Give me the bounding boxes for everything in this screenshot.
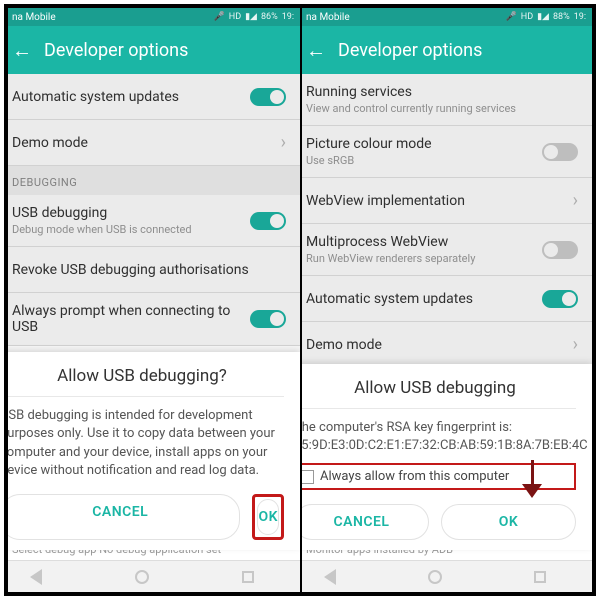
nav-back-icon[interactable] [30, 569, 42, 585]
always-allow-checkbox[interactable] [300, 470, 314, 484]
usb-debug-dialog: Allow USB debugging? USB debugging is in… [8, 352, 300, 550]
section-debugging: DEBUGGING [8, 166, 300, 195]
settings-list: Running services View and control curren… [300, 74, 592, 368]
back-icon[interactable] [12, 41, 30, 59]
hd-icon: HD [229, 12, 241, 22]
nav-recent-icon[interactable] [242, 571, 254, 583]
page-title: Developer options [44, 40, 188, 61]
row-auto-updates[interactable]: Automatic system updates [8, 74, 300, 120]
row-picture-colour[interactable]: Picture colour mode Use sRGB [300, 126, 592, 178]
voice-icon: 🎤 [214, 12, 225, 22]
nav-back-icon[interactable] [324, 569, 336, 585]
row-running-services[interactable]: Running services View and control curren… [300, 74, 592, 126]
status-bar: na Mobile 🎤 HD ▮◢ 88% 19: [300, 8, 592, 26]
carrier-label: na Mobile [306, 12, 350, 23]
dialog-body: The computer's RSA key fingerprint is: 8… [300, 419, 576, 455]
signal-icon: ▮◢ [245, 12, 257, 22]
app-header: Developer options [8, 26, 300, 74]
status-bar: na Mobile 🎤 HD ▮◢ 86% 19: [8, 8, 300, 26]
back-icon[interactable] [306, 41, 324, 59]
toggle-auto-updates[interactable] [250, 88, 286, 106]
hd-icon: HD [521, 12, 533, 22]
nav-home-icon[interactable] [428, 570, 442, 584]
row-auto-updates[interactable]: Automatic system updates [300, 276, 592, 322]
right-screenshot: na Mobile 🎤 HD ▮◢ 88% 19: Developer opti… [300, 8, 592, 592]
nav-bar [300, 560, 592, 592]
row-multiprocess-webview[interactable]: Multiprocess WebView Run WebView rendere… [300, 224, 592, 276]
nav-recent-icon[interactable] [534, 571, 546, 583]
dialog-title: Allow USB debugging [300, 378, 576, 408]
row-always-prompt[interactable]: Always prompt when connecting to USB [8, 293, 300, 346]
always-allow-label: Always allow from this computer [320, 469, 509, 484]
rsa-dialog: Allow USB debugging The computer's RSA k… [300, 364, 592, 550]
ok-button[interactable]: OK [257, 499, 279, 535]
toggle-auto-updates[interactable] [542, 290, 578, 308]
toggle-picture-colour[interactable] [542, 143, 578, 161]
chevron-right-icon: › [573, 334, 578, 355]
toggle-multiprocess[interactable] [542, 241, 578, 259]
ok-button[interactable]: OK [441, 504, 576, 540]
nav-home-icon[interactable] [135, 570, 149, 584]
toggle-usb-debugging[interactable] [250, 212, 286, 230]
cancel-button[interactable]: CANCEL [8, 494, 240, 540]
row-revoke-auth[interactable]: Revoke USB debugging authorisations [8, 247, 300, 293]
carrier-label: na Mobile [12, 12, 56, 23]
clock-label: 19: [574, 12, 586, 22]
settings-list: Automatic system updates Demo mode › DEB… [8, 74, 300, 346]
nav-bar [8, 560, 300, 592]
clock-label: 19: [282, 12, 294, 22]
battery-label: 86% [261, 12, 278, 22]
row-webview[interactable]: WebView implementation › [300, 178, 592, 224]
dialog-body: USB debugging is intended for developmen… [8, 407, 284, 480]
row-demo-mode[interactable]: Demo mode › [8, 120, 300, 166]
annotation-arrow-icon [522, 460, 542, 500]
battery-label: 88% [553, 12, 570, 22]
voice-icon: 🎤 [506, 12, 517, 22]
chevron-right-icon: › [281, 132, 286, 153]
cancel-button[interactable]: CANCEL [300, 504, 429, 540]
app-header: Developer options [300, 26, 592, 74]
chevron-right-icon: › [573, 190, 578, 211]
signal-icon: ▮◢ [537, 12, 549, 22]
toggle-always-prompt[interactable] [250, 310, 286, 328]
row-demo-mode[interactable]: Demo mode › [300, 322, 592, 368]
page-title: Developer options [338, 40, 482, 61]
row-usb-debugging[interactable]: USB debugging Debug mode when USB is con… [8, 195, 300, 247]
dialog-title: Allow USB debugging? [8, 366, 284, 396]
left-screenshot: na Mobile 🎤 HD ▮◢ 86% 19: Developer opti… [8, 8, 300, 592]
